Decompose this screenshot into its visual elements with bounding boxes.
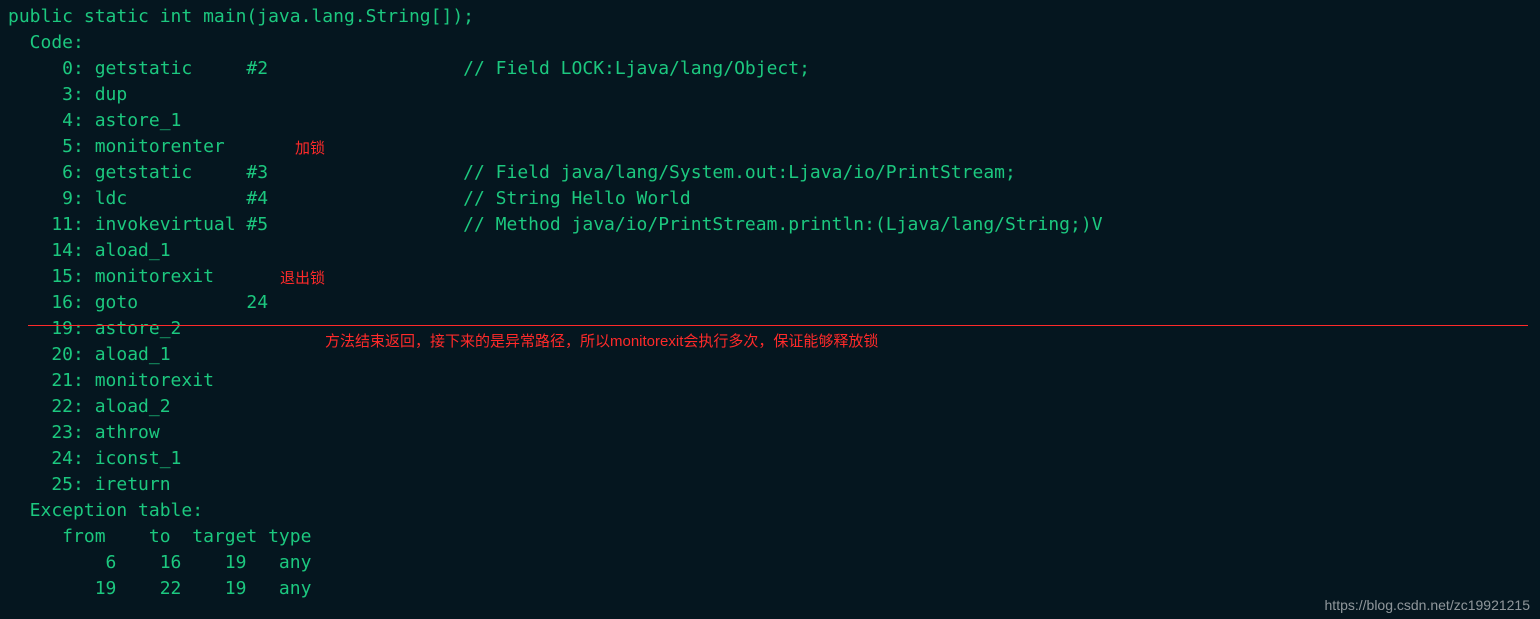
separator-line bbox=[28, 325, 1528, 326]
annotation-lock: 加锁 bbox=[295, 137, 325, 158]
bytecode-listing: public static int main(java.lang.String[… bbox=[0, 0, 1540, 602]
annotation-unlock: 退出锁 bbox=[280, 267, 325, 288]
watermark-text: https://blog.csdn.net/zc19921215 bbox=[1325, 597, 1530, 613]
annotation-main: 方法结束返回，接下来的是异常路径，所以monitorexit会执行多次，保证能够… bbox=[325, 330, 878, 351]
